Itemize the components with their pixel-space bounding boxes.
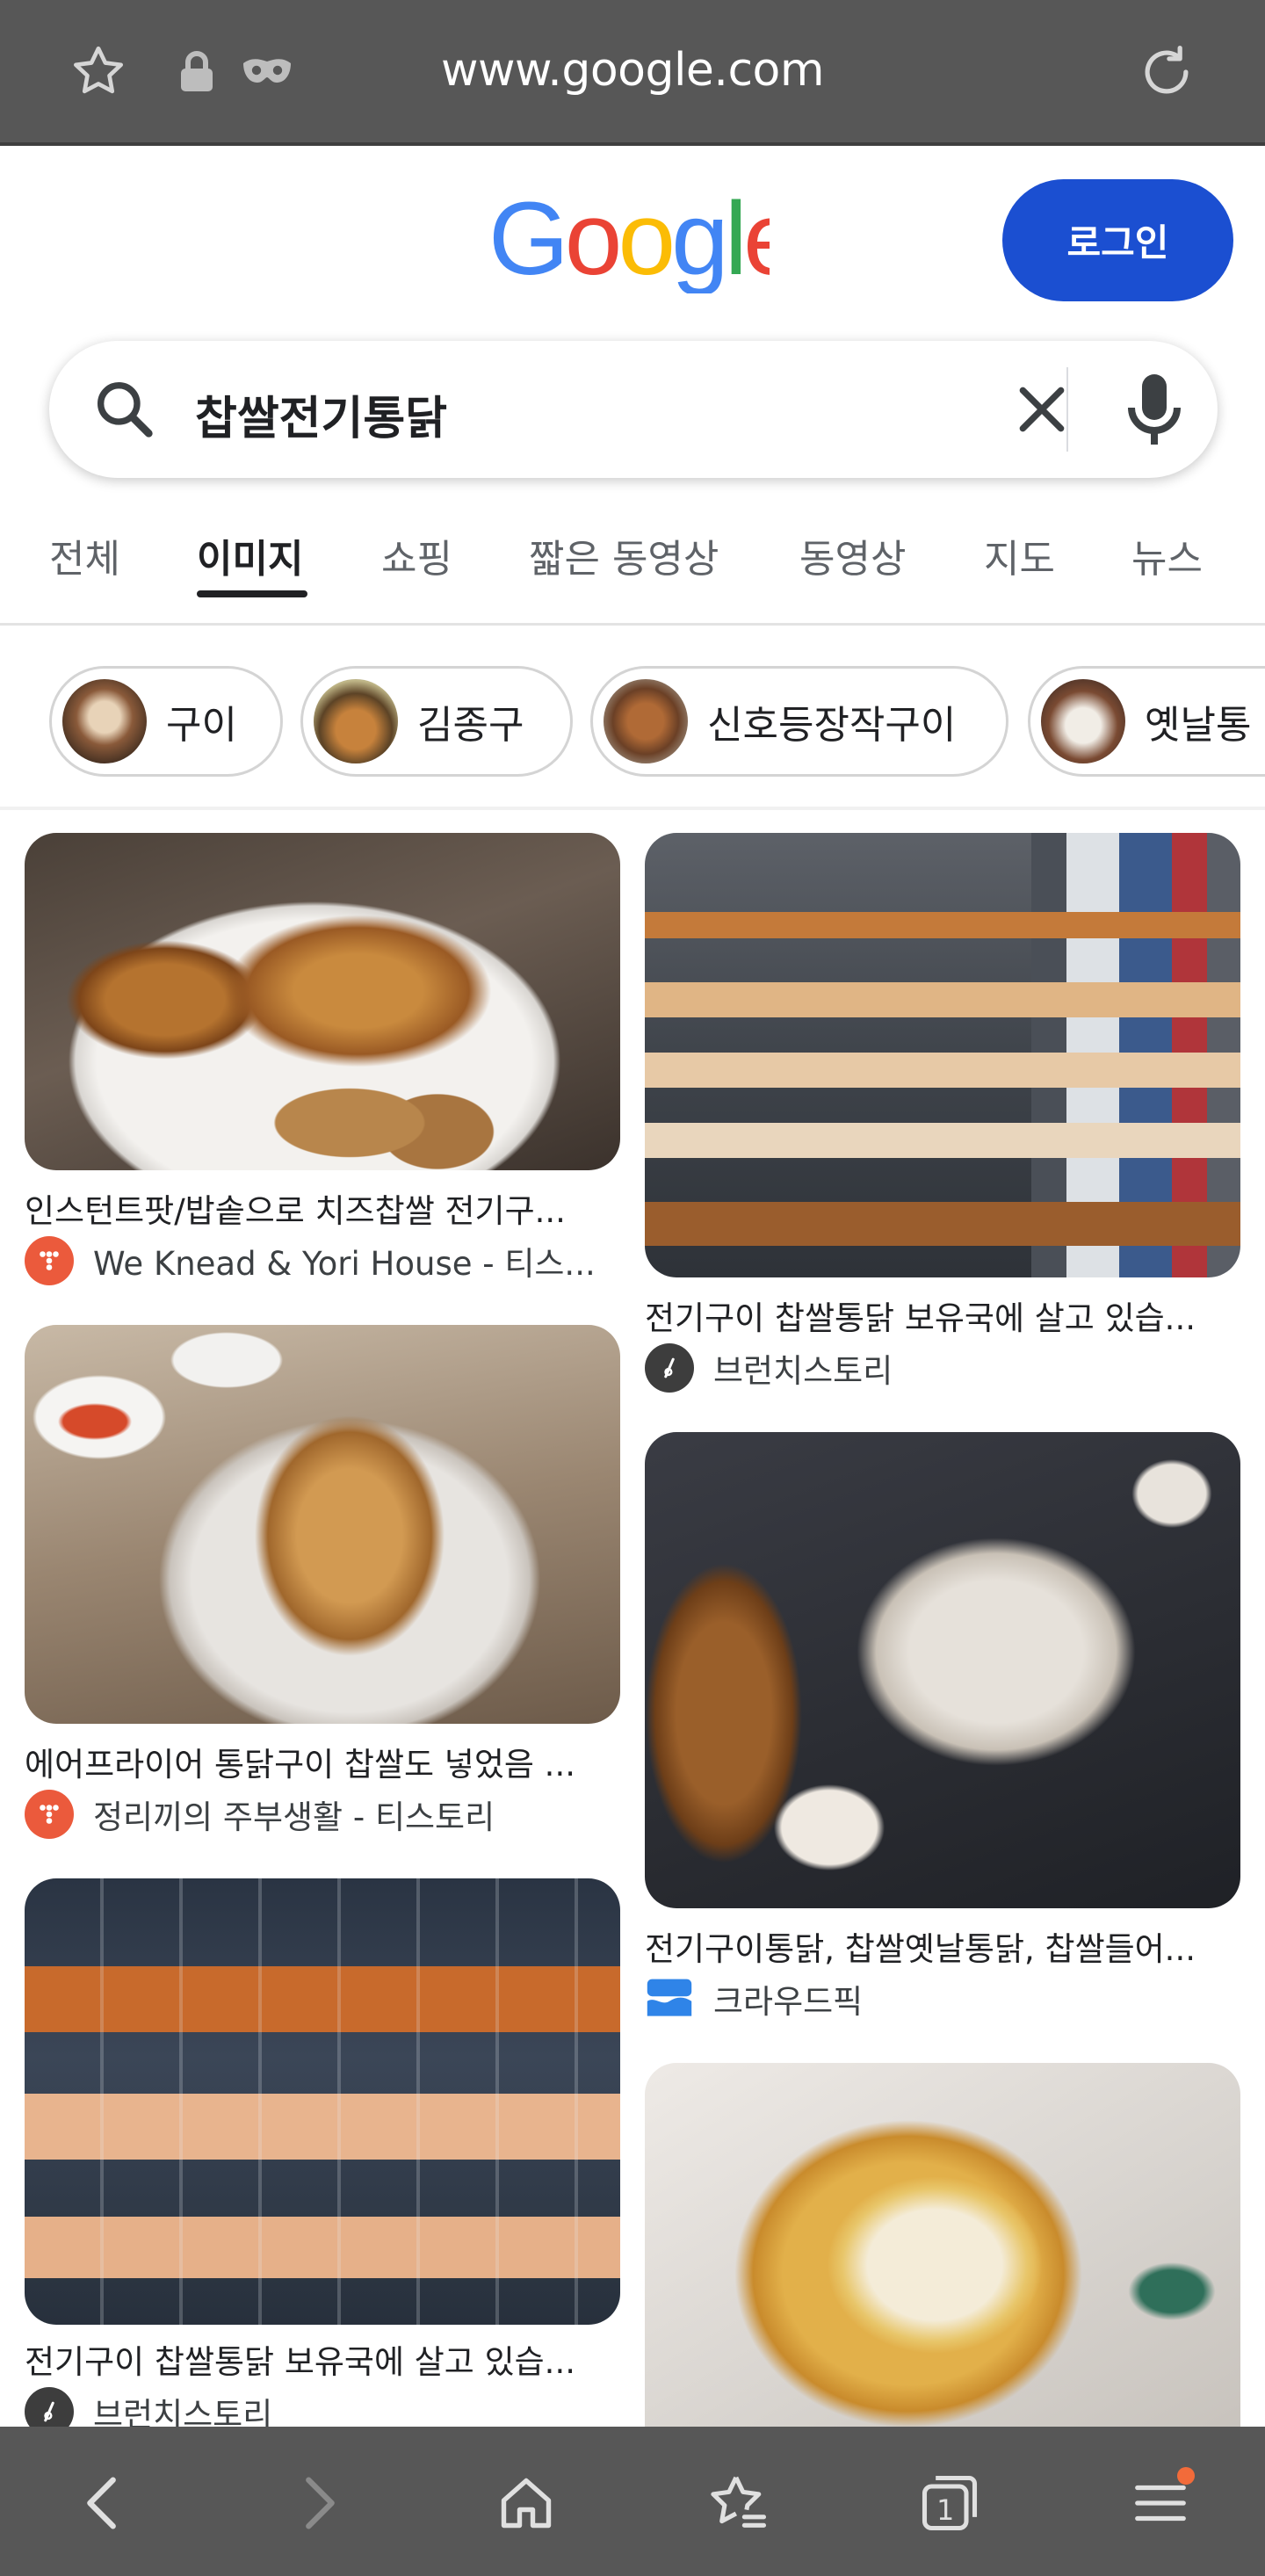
result-source[interactable]: 브런치스토리 <box>645 1342 1240 1393</box>
tab-news[interactable]: 뉴스 <box>1131 527 1203 583</box>
result-source[interactable]: 브런치스토리 <box>25 2386 620 2427</box>
browser-top-bar: www.google.com <box>0 0 1265 146</box>
chip-thumbnail <box>62 679 147 763</box>
source-name: 정리끼의 주부생활 - 티스토리 <box>93 1798 495 1836</box>
source-name: 크라우드픽 <box>713 1983 864 2021</box>
search-box[interactable]: 찹쌀전기통닭 <box>49 341 1218 478</box>
bookmarks-icon[interactable] <box>699 2464 778 2543</box>
filter-chips: 구이 김종구 신호등장작구이 옛날통 <box>0 666 1265 780</box>
chip-thumbnail <box>1041 679 1125 763</box>
address-bar-url[interactable]: www.google.com <box>0 44 1265 97</box>
login-button[interactable]: 로그인 <box>1002 179 1233 301</box>
chip-label: 김종구 <box>417 703 524 748</box>
chip-label: 신호등장작구이 <box>707 703 957 748</box>
result-image[interactable] <box>645 2063 1240 2427</box>
result-title[interactable]: 전기구이통닭, 찹쌀옛날통닭, 찹쌀들어... <box>645 1922 1240 1970</box>
source-name: We Knead & Yori House - 티스... <box>93 1245 596 1283</box>
source-name: 브런치스토리 <box>93 2396 273 2427</box>
result-image[interactable] <box>645 1432 1240 1908</box>
result-source[interactable]: We Knead & Yori House - 티스... <box>25 1235 620 1286</box>
chip-label: 구이 <box>166 703 237 748</box>
chip-gui[interactable]: 구이 <box>49 666 283 777</box>
result-title[interactable]: 전기구이 찹쌀통닭 보유국에 살고 있습... <box>645 1292 1240 1339</box>
source-name: 브런치스토리 <box>713 1352 893 1390</box>
tab-all[interactable]: 전체 <box>49 527 120 583</box>
microphone-icon[interactable] <box>1119 367 1189 452</box>
menu-icon[interactable] <box>1121 2464 1200 2543</box>
tab-count: 1 <box>936 2495 954 2527</box>
result-source[interactable]: 크라우드픽 <box>645 1973 1240 2024</box>
image-result[interactable]: 인스턴트팟/밥솥으로 치즈찹쌀 전기구... We Knead & Yori H… <box>25 833 620 1290</box>
image-result[interactable]: 에어프라이어 통닭구이 찹쌀도 넣었음 ... 정리끼의 주부생활 - 티스토리 <box>25 1325 620 1839</box>
result-image[interactable] <box>645 833 1240 1277</box>
chip-sinhodeung[interactable]: 신호등장작구이 <box>590 666 1008 777</box>
reload-icon[interactable] <box>1133 39 1200 105</box>
image-result[interactable]: 전기구이통닭, 찹쌀옛날통닭, 찹쌀들어... 크라우드픽 <box>645 1432 1240 2030</box>
chip-label: 옛날통 <box>1145 703 1252 748</box>
brunch-icon <box>645 1343 694 1393</box>
result-title[interactable]: 전기구이 찹쌀통닭 보유국에 살고 있습... <box>25 2335 620 2383</box>
tab-short-videos[interactable]: 짧은 동영상 <box>529 527 719 583</box>
tab-shopping[interactable]: 쇼핑 <box>381 527 452 583</box>
result-image[interactable] <box>25 1878 620 2325</box>
active-tab-indicator <box>197 590 307 597</box>
browser-bottom-bar: 1 <box>0 2427 1265 2576</box>
forward-icon[interactable] <box>279 2464 358 2543</box>
tab-videos[interactable]: 동영상 <box>799 527 906 583</box>
image-result[interactable]: 전기구이 찹쌀통닭 보유국에 살고 있습... 브런치스토리 <box>25 1878 620 2427</box>
notification-dot <box>1177 2467 1195 2485</box>
tab-maps[interactable]: 지도 <box>984 527 1055 583</box>
crowdpic-icon <box>645 1974 694 2023</box>
chip-thumbnail <box>314 679 398 763</box>
tistory-icon <box>25 1790 74 1839</box>
back-icon[interactable] <box>63 2464 142 2543</box>
google-logo[interactable]: Google <box>488 181 801 297</box>
image-result[interactable]: 전기구이 찹쌀통닭 보유국에 살고 있습... 브런치스토리 <box>645 833 1240 1395</box>
result-title[interactable]: 에어프라이어 통닭구이 찹쌀도 넣었음 ... <box>25 1738 620 1785</box>
image-result[interactable] <box>645 2063 1240 2427</box>
chip-thumbnail <box>604 679 688 763</box>
search-input[interactable]: 찹쌀전기통닭 <box>195 381 447 447</box>
search-icon[interactable] <box>90 374 160 445</box>
tabs-icon[interactable]: 1 <box>910 2464 989 2543</box>
result-image[interactable] <box>25 1325 620 1724</box>
result-title[interactable]: 인스턴트팟/밥솥으로 치즈찹쌀 전기구... <box>25 1184 620 1232</box>
result-source[interactable]: 정리끼의 주부생활 - 티스토리 <box>25 1789 620 1840</box>
tistory-icon <box>25 1236 74 1285</box>
divider <box>0 807 1265 810</box>
search-tabs: 전체 이미지 쇼핑 짧은 동영상 동영상 지도 뉴스 <box>0 518 1265 626</box>
result-image[interactable] <box>25 833 620 1170</box>
search-divider <box>1066 367 1068 452</box>
home-icon[interactable] <box>487 2464 566 2543</box>
brunch-icon <box>25 2387 74 2427</box>
chip-yetnal[interactable]: 옛날통 <box>1028 666 1265 777</box>
svg-text:Google: Google <box>488 190 770 293</box>
tab-images[interactable]: 이미지 <box>197 527 303 583</box>
chip-kimjonggu[interactable]: 김종구 <box>300 666 573 777</box>
